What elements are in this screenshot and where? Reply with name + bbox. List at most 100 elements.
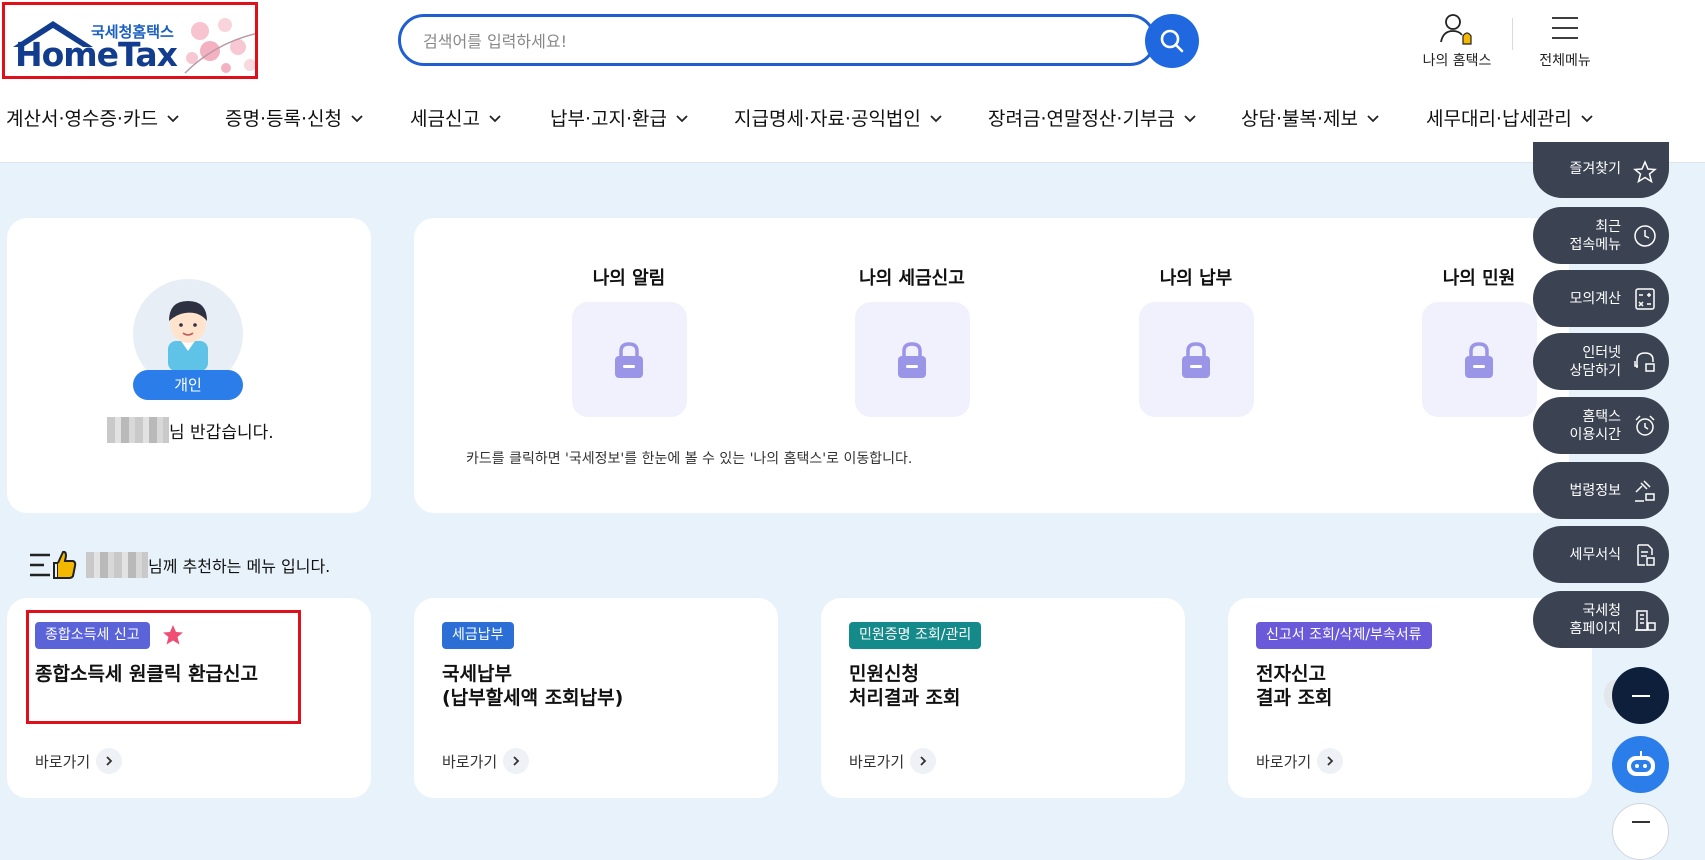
- my-civil-petition-card[interactable]: 나의 민원: [1419, 264, 1539, 417]
- quick-label: 홈택스 이용시간: [1569, 408, 1621, 443]
- search-input[interactable]: [421, 27, 1065, 55]
- my-item-box: [571, 302, 687, 417]
- chevron-down-icon: [1184, 114, 1196, 122]
- chevron-down-icon: [930, 114, 942, 122]
- my-item-title: 나의 세금신고: [859, 268, 965, 289]
- nav-label: 납부·고지·환급: [550, 108, 667, 130]
- my-payment-card[interactable]: 나의 납부: [1136, 264, 1256, 417]
- my-item-title: 나의 알림: [592, 268, 666, 289]
- nav-label: 증명·등록·신청: [225, 108, 342, 130]
- chevron-right-icon: [503, 748, 530, 774]
- quick-service-hours-button[interactable]: 홈택스 이용시간: [1533, 397, 1669, 454]
- divider: [1512, 18, 1513, 50]
- menu-card-civil-result[interactable]: 민원증명 조회/관리 민원신청 처리결과 조회 바로가기: [821, 598, 1185, 798]
- my-notification-card[interactable]: 나의 알림: [569, 264, 689, 417]
- quick-label: 즐겨찾기: [1569, 161, 1621, 177]
- cherry-blossom-decoration: [184, 18, 255, 74]
- quick-favorites-button[interactable]: 즐겨찾기: [1533, 142, 1669, 198]
- list-thumbs-up-icon: [30, 550, 77, 579]
- goto-label: 바로가기: [442, 752, 498, 771]
- greeting-text: 님 반갑습니다.: [169, 422, 274, 443]
- user-bell-icon: [1440, 14, 1472, 45]
- chevron-down-icon: [676, 114, 688, 122]
- lock-icon: [1182, 341, 1210, 378]
- my-item-title: 나의 납부: [1159, 268, 1233, 289]
- personal-badge: 개인: [133, 370, 243, 400]
- all-menu-button[interactable]: 전체메뉴: [1530, 12, 1600, 70]
- chevron-down-icon: [1581, 114, 1593, 122]
- search-bar: [398, 14, 1156, 66]
- calculator-icon: [1635, 287, 1655, 310]
- menu-card-title: 국세납부 (납부할세액 조회납부): [442, 663, 624, 709]
- quick-label: 법령정보: [1569, 482, 1621, 499]
- goto-link[interactable]: 바로가기: [849, 748, 937, 774]
- my-hometax-label: 나의 홈택스: [1422, 53, 1492, 69]
- quick-label: 국세청 홈페이지: [1569, 602, 1621, 637]
- my-item-title: 나의 민원: [1442, 268, 1516, 289]
- my-tax-report-card[interactable]: 나의 세금신고: [852, 264, 972, 417]
- lock-icon: [898, 341, 926, 378]
- nav-label: 세금신고: [410, 108, 480, 130]
- greeting: 님 반갑습니다.: [107, 417, 274, 443]
- blurred-username: [86, 552, 148, 578]
- minus-icon: [1632, 821, 1650, 823]
- search-icon: [1160, 29, 1184, 53]
- quick-label: 인터넷 상담하기: [1569, 344, 1621, 379]
- minus-icon: [1631, 694, 1650, 697]
- building-icon: [1635, 609, 1656, 631]
- nav-label: 계산서·영수증·카드: [6, 108, 158, 130]
- nav-item-statement[interactable]: 지급명세·자료·공익법인: [734, 104, 943, 131]
- scroll-bottom-button[interactable]: [1612, 803, 1669, 860]
- quick-tax-forms-button[interactable]: 세무서식: [1533, 526, 1669, 583]
- chatbot-button[interactable]: [1612, 736, 1669, 793]
- recommendation-text: 님께 추천하는 메뉴 입니다.: [148, 557, 331, 576]
- hometax-logo[interactable]: 국세청홈택스 HomeTax: [2, 2, 258, 79]
- my-item-box: [1421, 302, 1537, 417]
- chevron-down-icon: [167, 114, 179, 122]
- nav-item-tax-agent[interactable]: 세무대리·납세관리: [1426, 104, 1594, 131]
- category-tag: 신고서 조회/삭제/부속서류: [1256, 622, 1432, 649]
- blurred-username: [107, 417, 169, 443]
- quick-online-consult-button[interactable]: 인터넷 상담하기: [1533, 333, 1669, 390]
- search-button[interactable]: [1145, 14, 1199, 68]
- goto-link[interactable]: 바로가기: [1256, 748, 1344, 774]
- my-item-box: [1138, 302, 1254, 417]
- highlight-box: [26, 610, 301, 724]
- alarm-icon: [1635, 414, 1655, 436]
- nav-label: 장려금·연말정산·기부금: [988, 108, 1175, 130]
- document-icon: [1637, 543, 1655, 566]
- goto-link[interactable]: 바로가기: [442, 748, 530, 774]
- profile-card: 개인 님 반갑습니다.: [7, 218, 371, 513]
- chevron-down-icon: [489, 114, 501, 122]
- menu-card-tax-payment[interactable]: 세금납부 국세납부 (납부할세액 조회납부) 바로가기: [414, 598, 778, 798]
- menu-card-title: 민원신청 처리결과 조회: [849, 663, 961, 709]
- quick-recent-menu-button[interactable]: 최근 접속메뉴: [1533, 207, 1669, 264]
- quick-label: 최근 접속메뉴: [1569, 218, 1621, 253]
- quick-simulation-button[interactable]: 모의계산: [1533, 270, 1669, 327]
- nav-item-invoice[interactable]: 계산서·영수증·카드: [6, 104, 180, 131]
- gavel-icon: [1635, 479, 1655, 502]
- main-nav: 계산서·영수증·카드 증명·등록·신청 세금신고 납부·고지·환급 지급명세·자…: [0, 100, 1705, 136]
- quick-nts-homepage-button[interactable]: 국세청 홈페이지: [1533, 591, 1669, 648]
- nav-label: 세무대리·납세관리: [1426, 108, 1572, 130]
- nav-label: 지급명세·자료·공익법인: [734, 108, 921, 130]
- nav-item-tax-report[interactable]: 세금신고: [410, 104, 502, 131]
- goto-label: 바로가기: [1256, 752, 1312, 771]
- collapse-quick-menu-button[interactable]: [1612, 667, 1669, 724]
- nav-item-incentive[interactable]: 장려금·연말정산·기부금: [988, 104, 1197, 131]
- nav-item-consulting[interactable]: 상담·불복·제보: [1241, 104, 1380, 131]
- chevron-down-icon: [351, 114, 363, 122]
- quick-label: 모의계산: [1569, 290, 1621, 307]
- nav-item-certificate[interactable]: 증명·등록·신청: [225, 104, 364, 131]
- goto-link[interactable]: 바로가기: [35, 748, 123, 774]
- nav-item-payment[interactable]: 납부·고지·환급: [550, 104, 689, 131]
- goto-label: 바로가기: [35, 752, 91, 771]
- star-icon: [1633, 160, 1657, 184]
- category-tag: 세금납부: [442, 622, 514, 649]
- nav-label: 상담·불복·제보: [1241, 108, 1358, 130]
- quick-legal-info-button[interactable]: 법령정보: [1533, 462, 1669, 519]
- menu-card-title: 전자신고 결과 조회: [1256, 663, 1333, 709]
- my-hometax-button[interactable]: 나의 홈택스: [1414, 12, 1500, 70]
- header: 국세청홈택스 HomeTax 나의 홈택스: [0, 0, 1705, 163]
- recommendation-heading: 님께 추천하는 메뉴 입니다.: [28, 549, 330, 581]
